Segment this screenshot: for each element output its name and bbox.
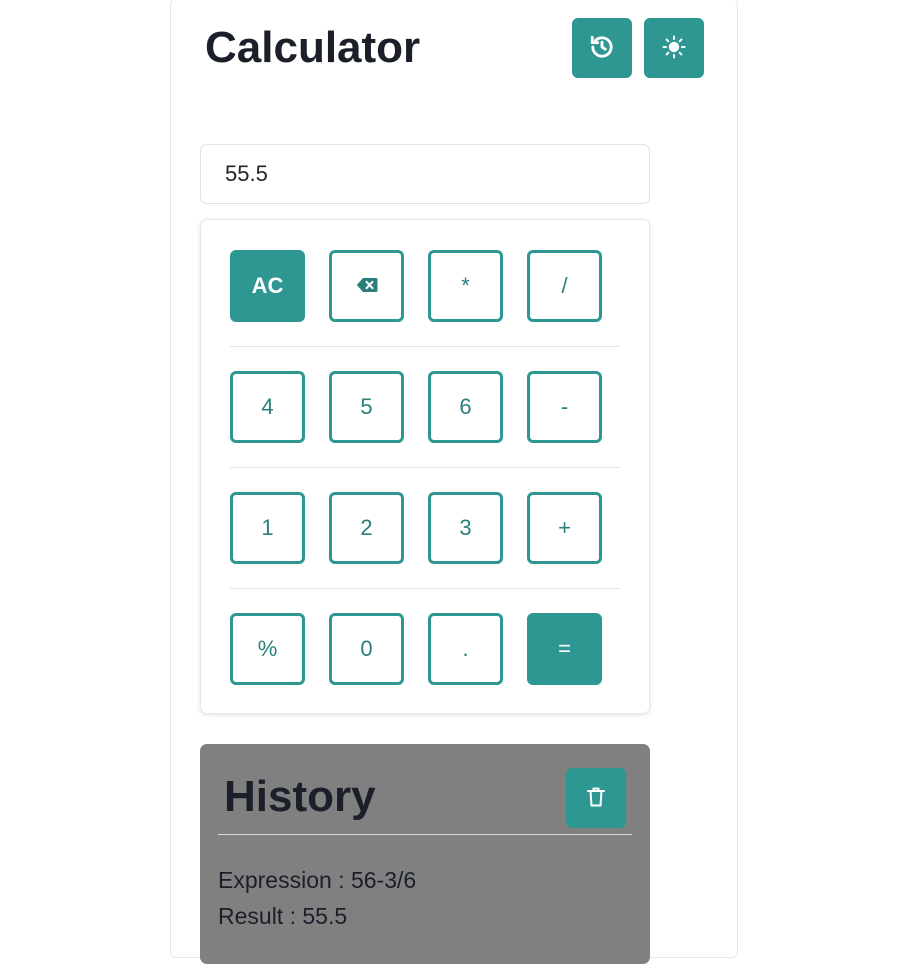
digit-4-button[interactable]: 4 — [230, 371, 305, 443]
digit-0-button[interactable]: 0 — [329, 613, 404, 685]
equals-button[interactable]: = — [527, 613, 602, 685]
digit-3-button[interactable]: 3 — [428, 492, 503, 564]
key-row-4: % 0 . = — [230, 613, 620, 685]
clear-history-button[interactable] — [566, 768, 626, 828]
key-row-3: 1 2 3 + — [230, 492, 620, 564]
multiply-button[interactable]: * — [428, 250, 503, 322]
theme-toggle-button[interactable] — [644, 18, 704, 78]
clear-all-button[interactable]: AC — [230, 250, 305, 322]
history-entry[interactable]: Expression : 56-3/6 Result : 55.5 — [218, 862, 416, 934]
history-expression: Expression : 56-3/6 — [218, 867, 417, 893]
history-panel: History Expression : 56-3/6 Result : 55.… — [200, 744, 650, 964]
key-row-2: 4 5 6 - — [230, 371, 620, 443]
digit-5-button[interactable]: 5 — [329, 371, 404, 443]
history-result: Result : 55.5 — [218, 903, 348, 929]
row-divider — [230, 588, 620, 589]
history-toggle-button[interactable] — [572, 18, 632, 78]
digit-2-button[interactable]: 2 — [329, 492, 404, 564]
history-divider — [218, 834, 632, 835]
history-title: History — [224, 772, 376, 821]
app-title: Calculator — [205, 23, 421, 72]
plus-button[interactable]: + — [527, 492, 602, 564]
row-divider — [230, 346, 620, 347]
percent-button[interactable]: % — [230, 613, 305, 685]
divide-button[interactable]: / — [527, 250, 602, 322]
minus-button[interactable]: - — [527, 371, 602, 443]
key-row-1: AC * / — [230, 250, 620, 322]
trash-icon — [587, 787, 605, 810]
digit-1-button[interactable]: 1 — [230, 492, 305, 564]
decimal-point-button[interactable]: . — [428, 613, 503, 685]
backspace-icon — [356, 273, 378, 299]
digit-6-button[interactable]: 6 — [428, 371, 503, 443]
history-icon — [589, 34, 615, 63]
keypad: AC * / 4 5 6 - 1 2 3 + % 0 . = — [200, 219, 650, 714]
sun-icon — [662, 35, 686, 62]
row-divider — [230, 467, 620, 468]
backspace-button[interactable] — [329, 250, 404, 322]
calculator-display[interactable]: 55.5 — [200, 144, 650, 204]
